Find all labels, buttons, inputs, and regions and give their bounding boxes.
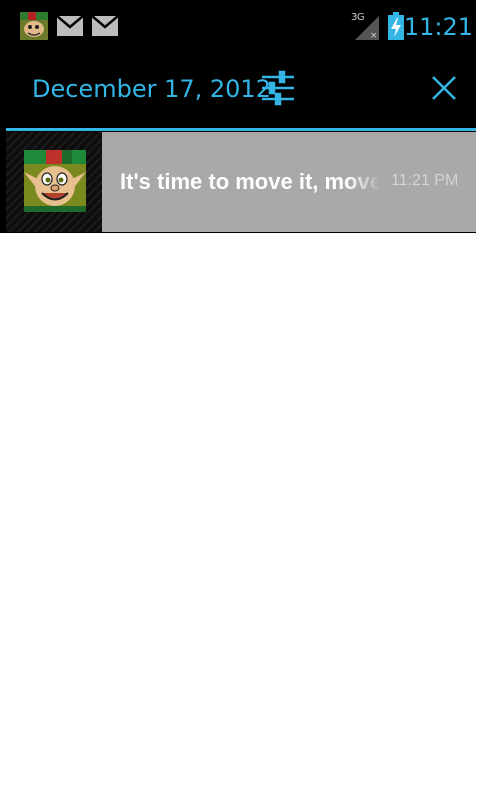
notification-item[interactable]: It's time to move it, move it 11:21 PM xyxy=(6,132,476,232)
quick-settings-button[interactable] xyxy=(258,68,298,108)
title-fade xyxy=(348,162,382,202)
notification-content: It's time to move it, move it 11:21 PM xyxy=(102,132,476,232)
network-type-label: 3G xyxy=(351,12,365,23)
status-clock: 11:21 xyxy=(403,13,473,41)
elf-face-icon xyxy=(24,150,86,212)
notification-icon-area xyxy=(6,132,102,232)
status-bar: × 3G 11:21 xyxy=(0,0,476,54)
clear-all-button[interactable] xyxy=(424,68,464,108)
notification-time: 11:21 PM xyxy=(391,172,459,189)
date-label: December 17, 2012 xyxy=(32,75,271,103)
notification-shade: × 3G 11:21 December 17, 2012 It's time t… xyxy=(0,0,476,233)
shade-header: December 17, 2012 xyxy=(0,54,476,128)
battery-charging-icon xyxy=(388,12,404,40)
notification-title: It's time to move it, move it xyxy=(120,169,378,194)
close-icon xyxy=(432,76,456,100)
sliders-icon xyxy=(262,70,294,106)
header-divider xyxy=(6,128,476,131)
svg-text:×: × xyxy=(370,31,378,40)
mail-icon xyxy=(57,16,83,36)
elf-app-icon xyxy=(20,12,48,40)
mail-icon xyxy=(92,16,118,36)
